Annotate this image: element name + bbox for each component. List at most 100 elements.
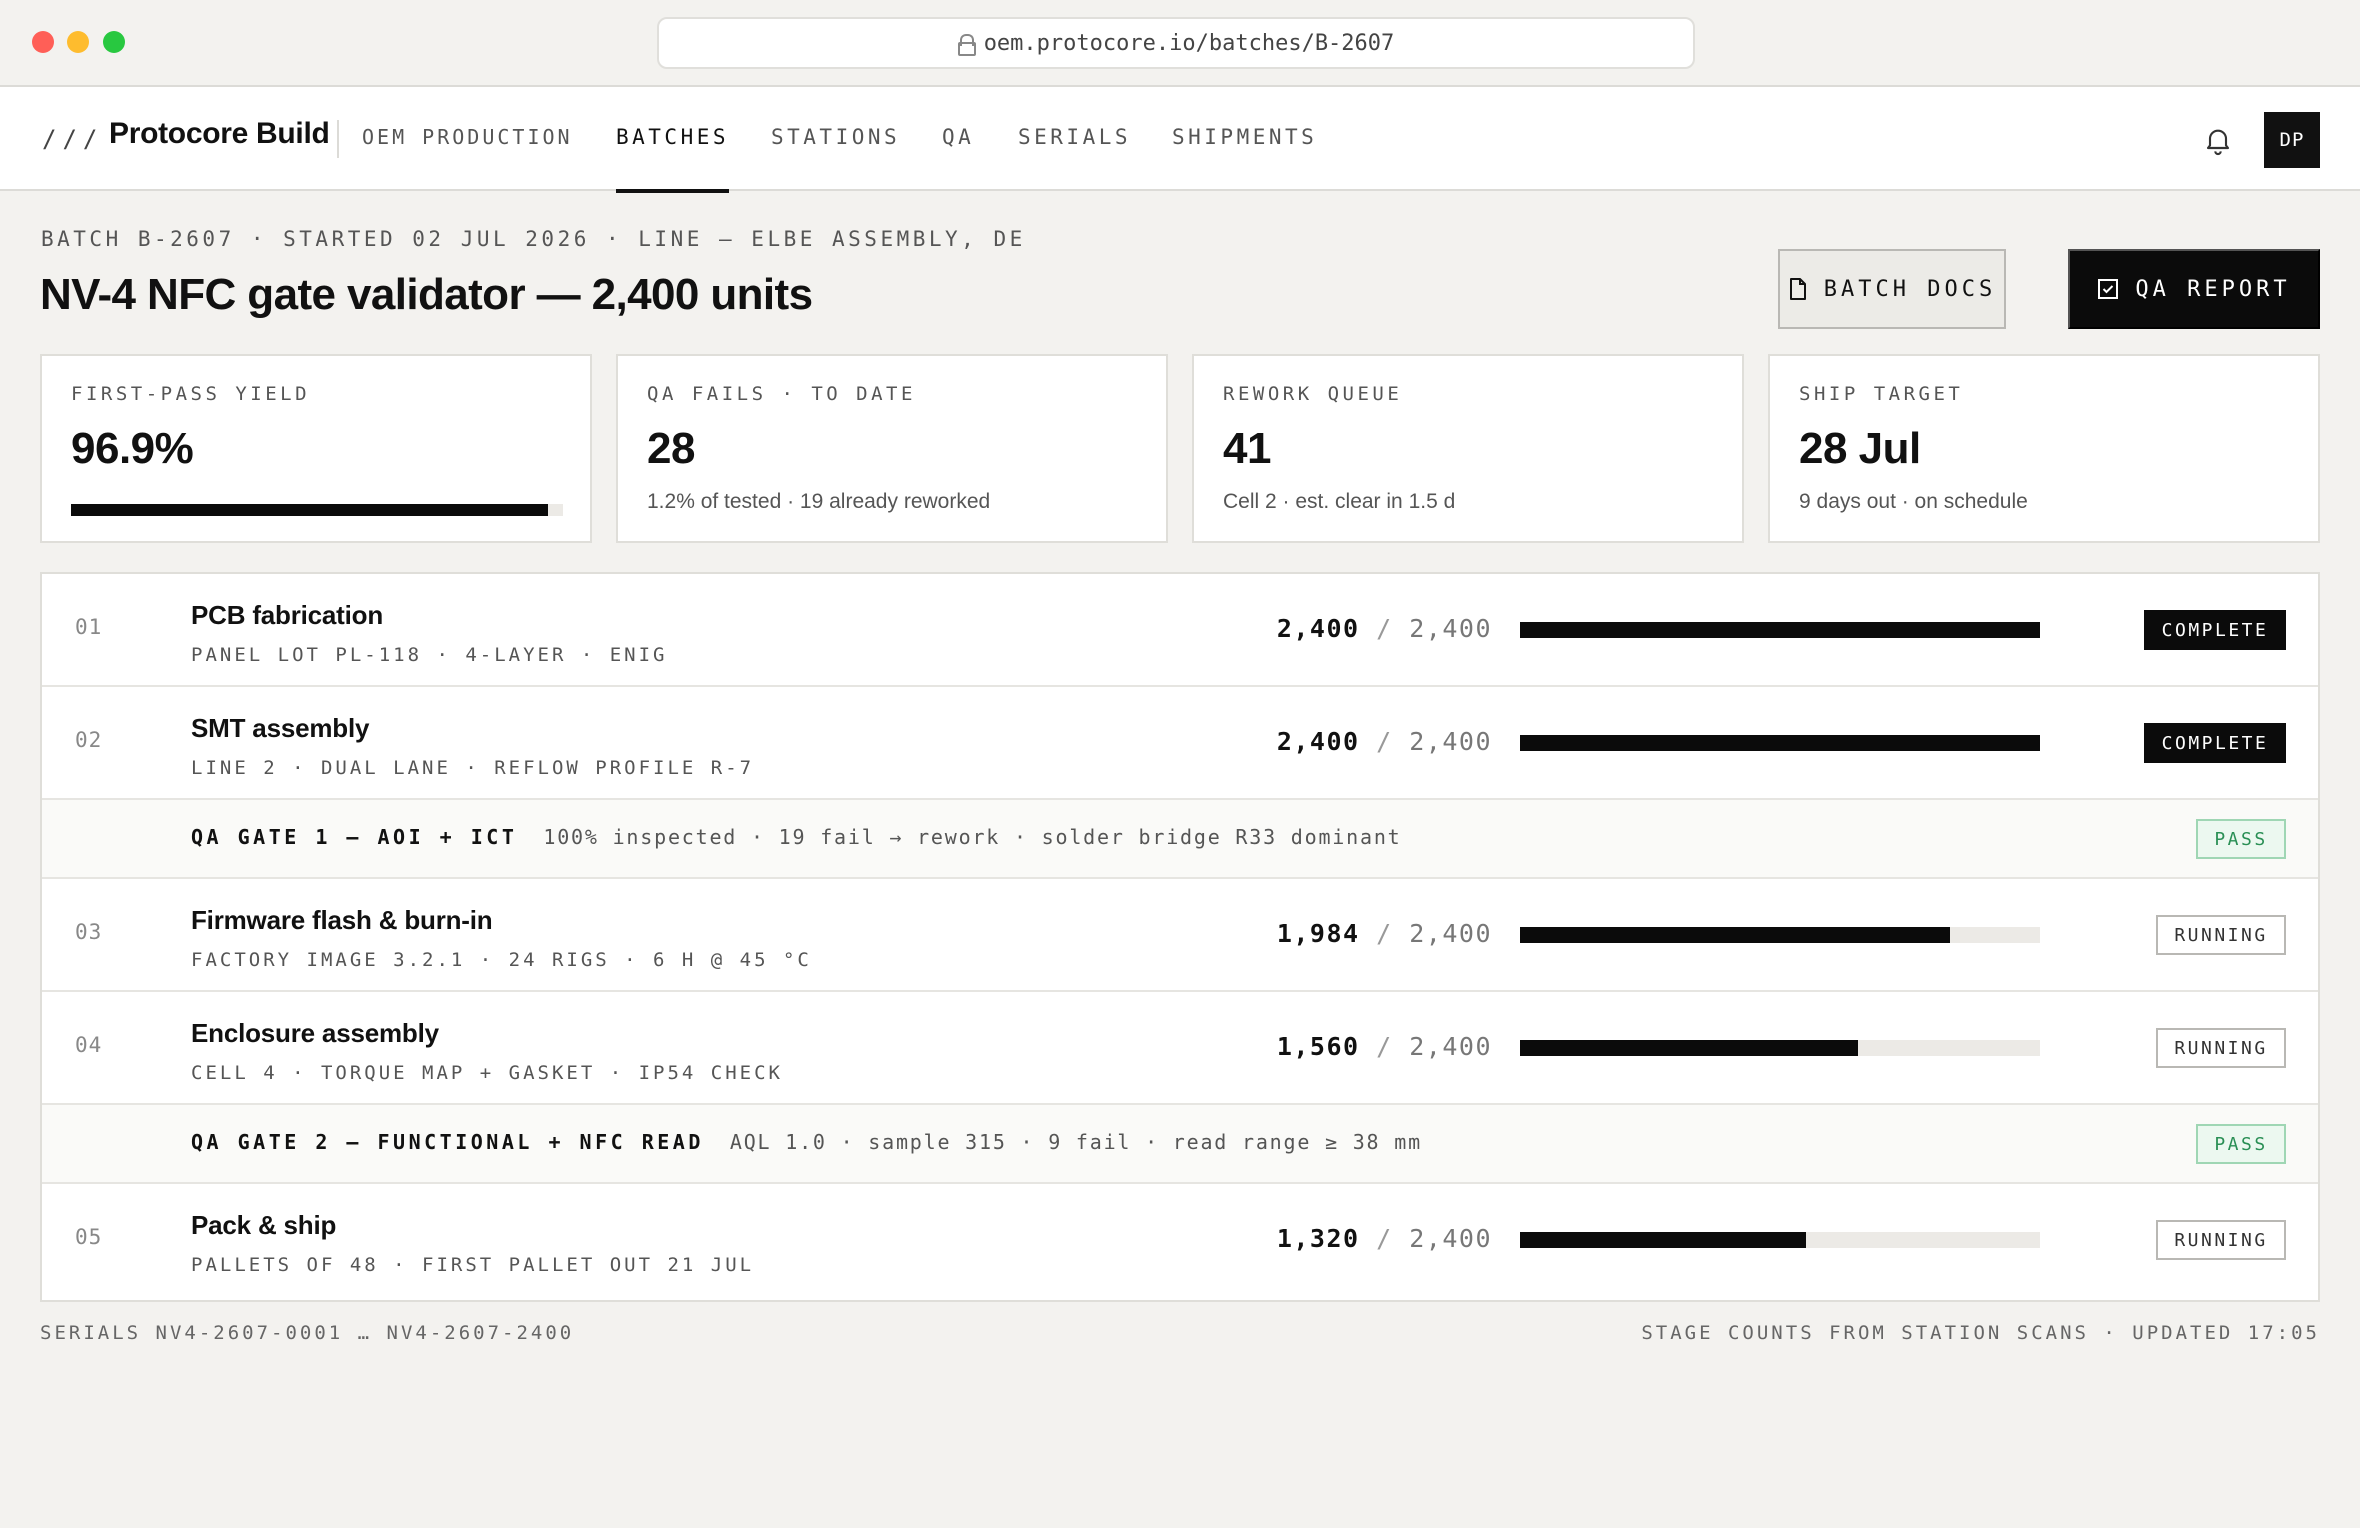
tab-serials[interactable]: SERIALS xyxy=(1018,125,1131,191)
stage-detail: PALLETS OF 48 · FIRST PALLET OUT 21 JUL xyxy=(191,1254,755,1276)
tab-batches[interactable]: BATCHES xyxy=(616,125,730,193)
maximize-window-button[interactable] xyxy=(103,31,125,53)
stage-count-done: 1,560 xyxy=(1276,1032,1360,1061)
stat-card-ship-target: SHIP TARGET 28 Jul 9 days out · on sched… xyxy=(1768,354,2320,543)
count-separator: / xyxy=(1359,1224,1410,1253)
qa-gate-info: AQL 1.0 · sample 315 · 9 fail · read ran… xyxy=(729,1130,1422,1154)
stage-detail: LINE 2 · DUAL LANE · REFLOW PROFILE R-7 xyxy=(191,757,755,779)
batch-docs-label: BATCH DOCS xyxy=(1823,276,1997,302)
batch-docs-button[interactable]: BATCH DOCS xyxy=(1778,249,2006,329)
pass-badge: PASS xyxy=(2196,819,2286,859)
qa-gate-info: 100% inspected · 19 fail → rework · sold… xyxy=(543,825,1402,849)
stage-detail: FACTORY IMAGE 3.2.1 · 24 RIGS · 6 H @ 45… xyxy=(191,949,812,971)
stage-number: 01 xyxy=(75,615,103,639)
batch-meta: BATCH B-2607 · STARTED 02 JUL 2026 · LIN… xyxy=(41,227,1026,251)
status-badge: RUNNING xyxy=(2156,915,2286,955)
qa-gate-text: QA GATE 2 — FUNCTIONAL + NFC READ AQL 1.0… xyxy=(191,1130,1422,1154)
brand-name[interactable]: Protocore Build xyxy=(109,117,330,151)
stage-count: 1,560 / 2,400 xyxy=(1277,1032,1492,1061)
qa-gate-row[interactable]: QA GATE 1 — AOI + ICT 100% inspected · 19… xyxy=(42,800,2318,879)
stage-count: 2,400 / 2,400 xyxy=(1277,727,1492,756)
stage-name: PCB fabrication xyxy=(191,600,384,630)
stage-row[interactable]: 04 Enclosure assembly CELL 4 · TORQUE MAP … xyxy=(42,992,2318,1105)
url-text: oem.protocore.io/batches/B-2607 xyxy=(983,30,1395,56)
stage-name: SMT assembly xyxy=(191,713,370,743)
stage-detail: CELL 4 · TORQUE MAP + GASKET · IP54 CHEC… xyxy=(191,1062,783,1084)
yield-progress-bar xyxy=(71,504,563,516)
stage-count-done: 1,984 xyxy=(1276,919,1360,948)
stage-progress-bar xyxy=(1520,1232,2040,1248)
tab-qa[interactable]: QA xyxy=(942,125,974,191)
pass-badge: PASS xyxy=(2196,1124,2286,1164)
stage-list: 01 PCB fabrication PANEL LOT PL-118 · 4-LA… xyxy=(40,572,2320,1302)
bell-icon[interactable] xyxy=(2202,124,2234,156)
tab-stations[interactable]: STATIONS xyxy=(771,125,900,191)
status-badge: COMPLETE xyxy=(2144,723,2286,763)
stat-card-rework-queue: REWORK QUEUE 41 Cell 2 · est. clear in 1… xyxy=(1192,354,1744,543)
stat-label: REWORK QUEUE xyxy=(1223,383,1403,405)
stage-progress-fill xyxy=(1520,1232,1806,1248)
stat-label: QA FAILS · TO DATE xyxy=(647,383,916,405)
qa-report-button[interactable]: QA REPORT xyxy=(2068,249,2320,329)
stage-count-total: 2,400 xyxy=(1409,614,1492,643)
stage-row[interactable]: 02 SMT assembly LINE 2 · DUAL LANE · REFLO… xyxy=(42,687,2318,800)
stage-count: 1,320 / 2,400 xyxy=(1277,1224,1492,1253)
qa-gate-name: QA GATE 2 — FUNCTIONAL + NFC READ xyxy=(191,1130,704,1154)
stage-row[interactable]: 03 Firmware flash & burn-in FACTORY IMAGE … xyxy=(42,879,2318,992)
brand-subtitle: OEM PRODUCTION xyxy=(362,125,573,149)
stat-card-first-pass-yield: FIRST-PASS YIELD 96.9% xyxy=(40,354,592,543)
stage-count-done: 2,400 xyxy=(1276,727,1360,756)
page-title: NV-4 NFC gate validator — 2,400 units xyxy=(40,270,813,319)
status-badge: RUNNING xyxy=(2156,1028,2286,1068)
stage-progress-bar xyxy=(1520,735,2040,751)
stage-count-total: 2,400 xyxy=(1409,727,1492,756)
stage-number: 02 xyxy=(75,728,103,752)
brand-mark: /// xyxy=(42,125,104,153)
count-separator: / xyxy=(1359,1032,1410,1061)
count-separator: / xyxy=(1359,919,1410,948)
serial-range: SERIALS NV4-2607-0001 … NV4-2607-2400 xyxy=(40,1322,575,1344)
stage-name: Enclosure assembly xyxy=(191,1018,439,1048)
qa-report-label: QA REPORT xyxy=(2135,276,2291,302)
stage-number: 03 xyxy=(75,920,103,944)
stage-progress-fill xyxy=(1520,1040,1858,1056)
stage-row[interactable]: 05 Pack & ship PALLETS OF 48 · FIRST PALLE… xyxy=(42,1184,2318,1297)
minimize-window-button[interactable] xyxy=(67,31,89,53)
stage-number: 05 xyxy=(75,1225,103,1249)
avatar[interactable]: DP xyxy=(2264,112,2320,168)
stage-progress-bar xyxy=(1520,622,2040,638)
yield-progress-fill xyxy=(71,504,548,516)
checkbox-icon xyxy=(2098,279,2119,299)
stat-label: FIRST-PASS YIELD xyxy=(71,383,311,405)
stage-count-total: 2,400 xyxy=(1409,1032,1492,1061)
stage-count-done: 1,320 xyxy=(1276,1224,1360,1253)
stat-subtext: 1.2% of tested · 19 already reworked xyxy=(647,490,991,513)
stat-value: 28 Jul xyxy=(1799,424,1921,473)
stage-row[interactable]: 01 PCB fabrication PANEL LOT PL-118 · 4-LA… xyxy=(42,574,2318,687)
count-separator: / xyxy=(1359,727,1410,756)
status-badge: RUNNING xyxy=(2156,1220,2286,1260)
stage-name: Firmware flash & burn-in xyxy=(191,905,493,935)
qa-gate-name: QA GATE 1 — AOI + ICT xyxy=(191,825,518,849)
stage-count: 1,984 / 2,400 xyxy=(1277,919,1492,948)
stage-number: 04 xyxy=(75,1033,103,1057)
close-window-button[interactable] xyxy=(32,31,54,53)
qa-gate-row[interactable]: QA GATE 2 — FUNCTIONAL + NFC READ AQL 1.0… xyxy=(42,1105,2318,1184)
tab-shipments[interactable]: SHIPMENTS xyxy=(1172,125,1317,191)
stage-progress-fill xyxy=(1520,735,2040,751)
stat-value: 41 xyxy=(1223,424,1271,473)
stat-value: 28 xyxy=(647,424,695,473)
stage-progress-bar xyxy=(1520,927,2040,943)
stage-detail: PANEL LOT PL-118 · 4-LAYER · ENIG xyxy=(191,644,668,666)
stat-label: SHIP TARGET xyxy=(1799,383,1964,405)
stage-count-done: 2,400 xyxy=(1276,614,1360,643)
address-bar[interactable]: oem.protocore.io/batches/B-2607 xyxy=(657,17,1695,69)
stage-count-total: 2,400 xyxy=(1409,1224,1492,1253)
app-navbar: /// Protocore Build OEM PRODUCTION BATCH… xyxy=(0,87,2360,193)
status-badge: COMPLETE xyxy=(2144,610,2286,650)
update-note: STAGE COUNTS FROM STATION SCANS · UPDATE… xyxy=(1641,1322,2320,1344)
qa-gate-text: QA GATE 1 — AOI + ICT 100% inspected · 19… xyxy=(191,825,1402,849)
brand-divider xyxy=(337,120,339,158)
stage-count-total: 2,400 xyxy=(1409,919,1492,948)
stat-value: 96.9% xyxy=(71,424,194,473)
